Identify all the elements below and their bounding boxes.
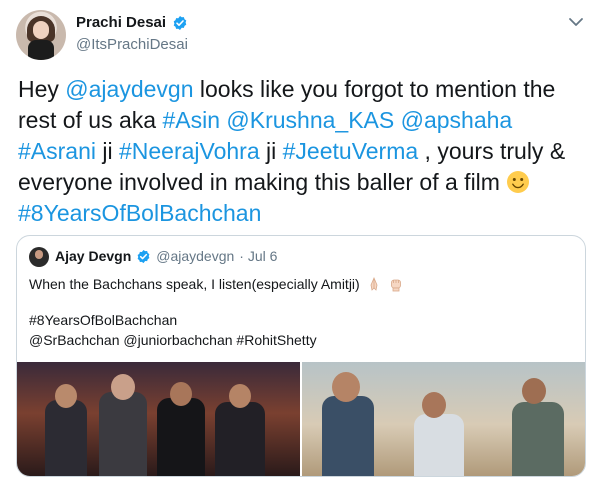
tweet-card[interactable]: Prachi Desai @ItsPrachiDesai Hey @ajayde… xyxy=(0,0,600,477)
quoted-author-handle[interactable]: @ajaydevgn xyxy=(156,248,234,264)
author-name-row[interactable]: Prachi Desai xyxy=(76,14,188,31)
hashtag-link[interactable]: #NeerajVohra xyxy=(119,138,260,164)
chevron-down-icon[interactable] xyxy=(566,12,586,32)
quoted-text-line: When the Bachchans speak, I listen(espec… xyxy=(29,274,569,294)
quoted-mentions-line: @SrBachchan @juniorbachchan #RohitShetty xyxy=(29,332,317,348)
quoted-date[interactable]: · Jul 6 xyxy=(239,248,277,264)
quoted-hashtag-line: #8YearsOfBolBachchan xyxy=(29,312,178,328)
quoted-text: When the Bachchans speak, I listen(espec… xyxy=(29,276,360,292)
verified-badge-icon xyxy=(137,249,150,263)
hashtag-link[interactable]: #8YearsOfBolBachchan xyxy=(18,200,261,226)
hashtag-link[interactable]: #JeetuVerma xyxy=(283,138,419,164)
raised-fist-icon xyxy=(390,279,401,292)
mention-link[interactable]: @ajaydevgn xyxy=(65,76,193,102)
tweet-text-segment: ji xyxy=(259,138,283,164)
author-avatar[interactable] xyxy=(16,10,66,60)
group-photo[interactable] xyxy=(17,362,300,476)
hashtag-link[interactable]: #Asrani xyxy=(18,138,96,164)
mention-link[interactable]: @apshaha xyxy=(401,107,513,133)
hashtag-link[interactable]: #Asin xyxy=(162,107,220,133)
mention-link[interactable]: @Krushna_KAS xyxy=(226,107,394,133)
quoted-author-name[interactable]: Ajay Devgn xyxy=(55,248,131,264)
author-handle[interactable]: @ItsPrachiDesai xyxy=(76,36,188,53)
verified-badge-icon xyxy=(173,15,187,30)
tweet-text-segment: Hey xyxy=(18,76,66,102)
quoted-author-avatar[interactable] xyxy=(29,247,49,267)
tweet-text: Hey @ajaydevgn looks like you forgot to … xyxy=(18,74,588,229)
tweet-text-segment: ji xyxy=(95,138,119,164)
cast-on-set-photo[interactable] xyxy=(302,362,585,476)
smiling-face-icon xyxy=(507,171,530,193)
quoted-header: Ajay Devgn @ajaydevgn · Jul 6 xyxy=(55,248,277,264)
quoted-tweet[interactable]: Ajay Devgn @ajaydevgn · Jul 6 When the B… xyxy=(16,235,586,477)
author-display-name[interactable]: Prachi Desai xyxy=(76,14,166,31)
folded-hands-icon xyxy=(370,276,378,291)
quoted-media[interactable] xyxy=(17,362,585,476)
